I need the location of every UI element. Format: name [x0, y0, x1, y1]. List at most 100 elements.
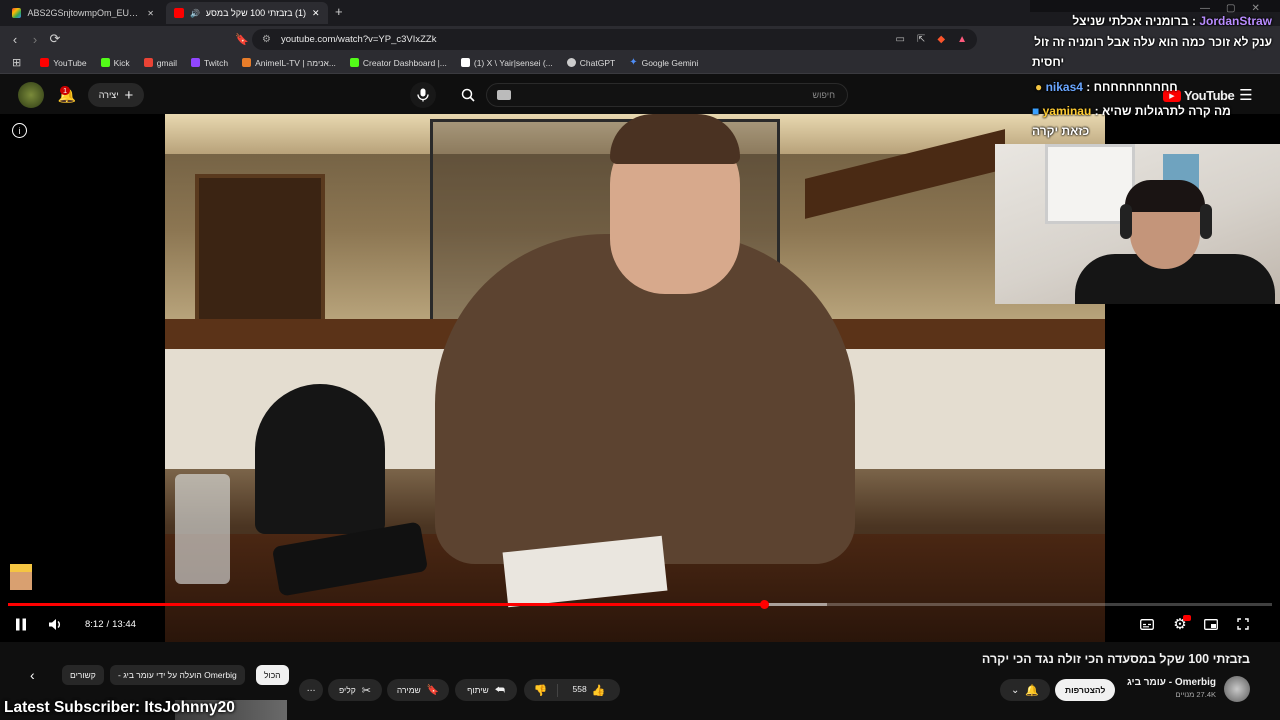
save-label: שמירה: [396, 685, 421, 695]
chip-related[interactable]: קשורים: [62, 665, 104, 685]
volume-icon[interactable]: [46, 615, 64, 633]
youtube-wordmark: YouTube: [1184, 88, 1235, 103]
tab-label: ABS2GSnjtowmpOm_EUXnj1lxll6wK: [27, 8, 142, 18]
plus-icon: +: [124, 86, 134, 104]
chat-message: JordanStraw : ברומניה אכלתי שניצל: [1072, 14, 1272, 28]
bookmark-label: ChatGPT: [579, 57, 616, 68]
badge-icon: ■: [1032, 104, 1040, 118]
more-actions-button[interactable]: ⋯: [299, 679, 323, 701]
scissors-icon: ✂: [361, 684, 371, 697]
chat-text: ענק לא זוכר כמה הוא עלה אבל רומניה זה זו…: [1034, 35, 1272, 49]
chat-message: יחסית: [1032, 55, 1064, 69]
badge-icon: ●: [1035, 80, 1043, 94]
bookmarks-bar: ⊞ YouTube Kick gmail Twitch AnimeIL-TV |…: [0, 52, 1280, 74]
bookmark-label: Twitch: [204, 57, 229, 68]
bookmark-gemini[interactable]: ✦ Google Gemini: [622, 57, 705, 68]
gemini-icon: ✦: [629, 57, 638, 68]
microphone-icon[interactable]: [410, 82, 436, 108]
chat-text: מה קרה לתרגולות שהיא: [1101, 104, 1231, 118]
bookmark-label: Kick: [113, 57, 130, 68]
video-frame: [165, 114, 1105, 642]
channel-name[interactable]: Omerbig - עומר ביג: [1127, 677, 1216, 688]
bookmark-save-icon: 🔖: [426, 684, 440, 696]
avatar[interactable]: [18, 82, 44, 108]
youtube-favicon-icon: [174, 8, 184, 18]
reload-icon[interactable]: ⟳: [45, 29, 65, 49]
like-button[interactable]: 558 👍: [558, 684, 620, 697]
menu-hamburger-icon[interactable]: ☰: [1233, 82, 1259, 108]
new-tab-button[interactable]: +: [335, 4, 343, 19]
bookmark-label: gmail: [156, 57, 177, 68]
subtitles-icon[interactable]: [1139, 616, 1155, 632]
youtube-icon: [40, 58, 50, 67]
bookmark-youtube[interactable]: YouTube: [33, 58, 93, 68]
search-icon[interactable]: [455, 82, 481, 108]
address-bar[interactable]: ⚙ youtube.com/watch?v=YP_c3VIxZZk ▭ ⇱ ◆ …: [252, 29, 977, 50]
time-display: 8:12 / 13:44: [85, 619, 136, 630]
chip-all[interactable]: הכול: [256, 665, 289, 685]
join-button[interactable]: להצטרפות: [1055, 679, 1116, 701]
chat-message: ● nikas4 : חחחחחחחחחח: [1035, 80, 1178, 94]
keyboard-icon[interactable]: [497, 90, 511, 100]
bookmark-icon[interactable]: 🔖: [232, 29, 252, 49]
tab-close-icon[interactable]: ✕: [312, 8, 320, 19]
speaker-icon[interactable]: 🔊: [190, 9, 200, 18]
share-button[interactable]: שיתוף ⮪: [455, 679, 517, 701]
clip-label: קליפ: [339, 685, 356, 695]
total-time: 13:44: [112, 619, 136, 630]
chip-uploaded-by[interactable]: Omerbig הועלה על ידי עומר ביג -: [110, 665, 245, 685]
chat-message: כזאת יקרה: [1032, 124, 1089, 138]
search-input[interactable]: חיפוש: [486, 83, 848, 107]
bookmark-twitch[interactable]: Twitch: [184, 58, 235, 68]
video-player[interactable]: i: [0, 114, 1280, 642]
scrubber-handle[interactable]: [760, 600, 769, 609]
rewards-icon[interactable]: ▲: [957, 34, 967, 45]
save-button[interactable]: שמירה 🔖: [387, 679, 449, 701]
create-button[interactable]: יצירה +: [88, 83, 144, 107]
tab-close-icon[interactable]: ✕: [147, 9, 154, 18]
info-icon[interactable]: i: [12, 123, 27, 138]
bookmark-label: YouTube: [53, 57, 87, 68]
chat-text: ברומניה אכלתי שניצל: [1072, 14, 1189, 28]
channel-info: Omerbig - עומר ביג 27.4K מנויים: [1127, 677, 1216, 699]
clip-button[interactable]: קליפ ✂: [328, 679, 382, 701]
chat-text: יחסית: [1032, 55, 1065, 69]
twitch-icon: [191, 58, 200, 67]
browser-tab[interactable]: ABS2GSnjtowmpOm_EUXnj1lxll6wK ✕: [4, 2, 162, 24]
fullscreen-icon[interactable]: [1235, 616, 1251, 632]
chatgpt-icon: [566, 58, 576, 67]
miniplayer-icon[interactable]: [1203, 616, 1219, 632]
forward-icon[interactable]: ›: [25, 29, 45, 49]
hd-badge: [1183, 615, 1191, 621]
bookmark-animeil[interactable]: AnimeIL-TV | אנימה...: [235, 58, 343, 68]
chips-prev-icon[interactable]: ‹: [30, 667, 35, 683]
current-time: 8:12: [85, 619, 104, 630]
bookmark-kick[interactable]: Kick: [94, 58, 137, 68]
bookmark-x[interactable]: (1) X \ Yair|sensei (...: [454, 58, 560, 68]
gmail-icon: [143, 58, 153, 67]
share-page-icon[interactable]: ⇱: [917, 34, 925, 45]
dislike-icon[interactable]: 👎: [524, 683, 558, 697]
channel-watermark-icon[interactable]: [10, 564, 32, 590]
channel-avatar[interactable]: [1224, 676, 1250, 702]
chat-message: ענק לא זוכר כמה הוא עלה אבל רומניה זה זו…: [1034, 35, 1272, 49]
subscribed-dropdown-button[interactable]: ⌄ 🔔: [1000, 679, 1050, 701]
url-text: youtube.com/watch?v=YP_c3VIxZZk: [280, 34, 437, 45]
bookmark-gmail[interactable]: gmail: [137, 58, 184, 68]
apps-grid-icon[interactable]: ⊞: [0, 56, 33, 69]
bookmark-label: AnimeIL-TV | אנימה...: [255, 57, 336, 68]
animeil-icon: [242, 58, 252, 67]
chat-username: yaminau: [1042, 104, 1092, 118]
search-placeholder: חיפוש: [812, 90, 835, 100]
kick-icon: [100, 58, 110, 67]
bookmark-creator-dashboard[interactable]: Creator Dashboard |...: [343, 58, 454, 68]
pause-icon[interactable]: [12, 615, 30, 633]
screen-icon[interactable]: ▭: [896, 34, 905, 45]
chevron-down-icon: ⌄: [1010, 684, 1020, 696]
back-icon[interactable]: ‹: [5, 29, 25, 49]
bookmark-chatgpt[interactable]: ChatGPT: [560, 58, 622, 68]
site-info-icon[interactable]: ⚙: [262, 34, 271, 45]
browser-tab-active[interactable]: 🔊 (1) בזבזתי 100 שקל במסעדה ה ✕: [166, 2, 328, 24]
bookmark-label: Creator Dashboard |...: [362, 57, 447, 68]
brave-shield-icon[interactable]: ◆: [937, 34, 945, 45]
